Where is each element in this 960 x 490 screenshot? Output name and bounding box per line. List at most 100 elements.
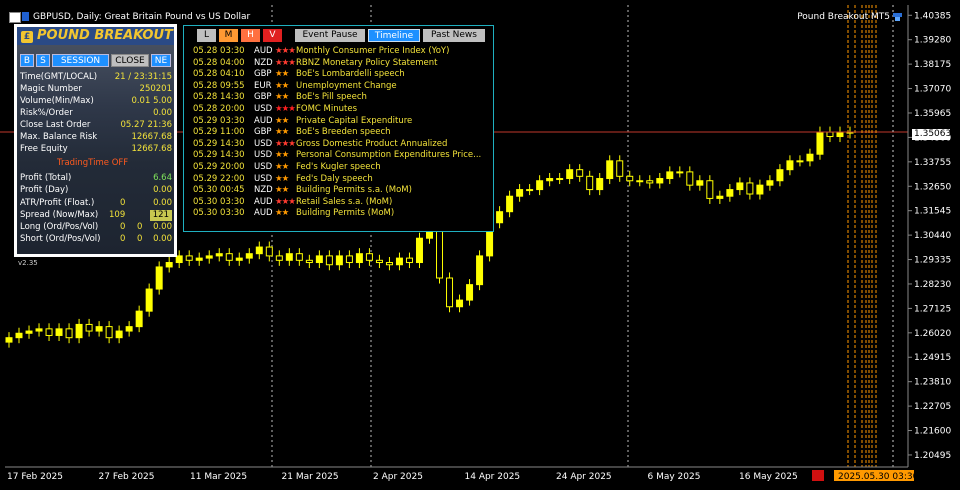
candle-body[interactable] — [25, 330, 33, 334]
candle-body[interactable] — [135, 310, 143, 328]
candle-body[interactable] — [5, 337, 13, 343]
candle-body[interactable] — [756, 184, 764, 195]
candle-body[interactable] — [526, 189, 534, 192]
candle-body[interactable] — [15, 332, 23, 339]
candle-body[interactable] — [35, 328, 43, 332]
close-button[interactable]: CLOSE — [111, 54, 149, 67]
candle-body[interactable] — [115, 330, 123, 339]
candle-body[interactable] — [355, 253, 363, 264]
candle-body[interactable] — [676, 171, 684, 174]
candle-body[interactable] — [606, 160, 614, 180]
buy-button[interactable]: B — [20, 54, 34, 67]
candle-body[interactable] — [746, 182, 754, 195]
candle-body[interactable] — [305, 259, 313, 264]
candle-body[interactable] — [85, 323, 93, 332]
candle-body[interactable] — [816, 131, 824, 155]
candle-body[interactable] — [786, 160, 794, 171]
news-events-button[interactable]: NE — [151, 54, 171, 67]
candle-body[interactable] — [616, 160, 624, 177]
candle-body[interactable] — [405, 257, 413, 264]
candle-body[interactable] — [315, 255, 323, 264]
candle-body[interactable] — [706, 180, 714, 199]
tab-event-pause[interactable]: Event Pause — [295, 29, 365, 42]
session-button[interactable]: SESSION — [52, 54, 109, 67]
candle-body[interactable] — [285, 253, 293, 261]
ea-hat-icon[interactable] — [892, 12, 903, 22]
candle-body[interactable] — [566, 169, 574, 180]
candle-body[interactable] — [626, 175, 634, 182]
filter-medium-button[interactable]: M — [219, 29, 238, 42]
candle-body[interactable] — [666, 171, 674, 180]
impact-stars-icon: ★★ — [275, 115, 289, 126]
candle-body[interactable] — [295, 253, 303, 261]
candle-body[interactable] — [225, 253, 233, 261]
candle-body[interactable] — [65, 328, 73, 339]
candle-body[interactable] — [686, 171, 694, 186]
candle-body[interactable] — [255, 246, 263, 255]
candle-body[interactable] — [195, 257, 203, 261]
candle-body[interactable] — [696, 180, 704, 186]
candle-body[interactable] — [576, 169, 584, 177]
candle-body[interactable] — [446, 277, 454, 308]
chart-type-icon[interactable] — [22, 12, 29, 21]
candle-body[interactable] — [836, 131, 844, 138]
candle-body[interactable] — [345, 255, 353, 264]
candle-body[interactable] — [736, 182, 744, 191]
candle-body[interactable] — [205, 255, 213, 259]
candle-body[interactable] — [466, 284, 474, 301]
candle-body[interactable] — [145, 288, 153, 312]
candle-body[interactable] — [175, 255, 183, 264]
short-positions-value: 0 — [137, 234, 143, 244]
tab-timeline[interactable]: Timeline — [368, 29, 420, 42]
candle-body[interactable] — [586, 175, 594, 191]
candle-body[interactable] — [506, 195, 514, 213]
candle-body[interactable] — [375, 259, 383, 264]
candle-body[interactable] — [456, 299, 464, 308]
candle-body[interactable] — [636, 180, 644, 183]
candle-body[interactable] — [596, 178, 604, 191]
candle-body[interactable] — [415, 237, 423, 264]
candle-body[interactable] — [496, 211, 504, 224]
candle-body[interactable] — [105, 326, 113, 339]
ea-panel-header[interactable]: £ POUND BREAKOUT — [17, 27, 174, 45]
candle-body[interactable] — [185, 255, 193, 261]
candle-body[interactable] — [796, 160, 804, 163]
sell-button[interactable]: S — [36, 54, 50, 67]
candle-body[interactable] — [776, 169, 784, 182]
candle-body[interactable] — [165, 262, 173, 268]
candle-body[interactable] — [656, 178, 664, 184]
filter-low-button[interactable]: L — [197, 29, 216, 42]
filter-high-button[interactable]: H — [241, 29, 260, 42]
candle-body[interactable] — [716, 195, 724, 199]
candle-body[interactable] — [766, 180, 774, 186]
candle-body[interactable] — [95, 326, 103, 332]
candle-body[interactable] — [275, 255, 283, 261]
candle-body[interactable] — [215, 253, 223, 257]
candle-body[interactable] — [75, 323, 83, 339]
candle-body[interactable] — [325, 255, 333, 266]
candle-body[interactable] — [556, 178, 564, 181]
candle-body[interactable] — [265, 246, 273, 257]
candle-body[interactable] — [155, 266, 163, 290]
candle-body[interactable] — [516, 189, 524, 197]
candle-body[interactable] — [726, 189, 734, 197]
candle-body[interactable] — [826, 131, 834, 138]
candle-body[interactable] — [245, 253, 253, 259]
candle-body[interactable] — [536, 180, 544, 191]
filter-very-high-button[interactable]: V — [263, 29, 282, 42]
candle-body[interactable] — [45, 328, 53, 336]
candle-body[interactable] — [335, 255, 343, 266]
candle-body[interactable] — [385, 262, 393, 266]
candle-body[interactable] — [476, 255, 484, 286]
candle-body[interactable] — [395, 257, 403, 266]
candle-body[interactable] — [235, 257, 243, 261]
tab-past-news[interactable]: Past News — [423, 29, 485, 42]
candle-body[interactable] — [125, 326, 133, 332]
candle-body[interactable] — [436, 228, 444, 279]
candle-body[interactable] — [365, 253, 373, 261]
candle-body[interactable] — [55, 328, 63, 336]
candle-body[interactable] — [806, 153, 814, 162]
chart-table-icon[interactable] — [9, 12, 21, 23]
candle-body[interactable] — [546, 178, 554, 182]
candle-body[interactable] — [646, 180, 654, 184]
